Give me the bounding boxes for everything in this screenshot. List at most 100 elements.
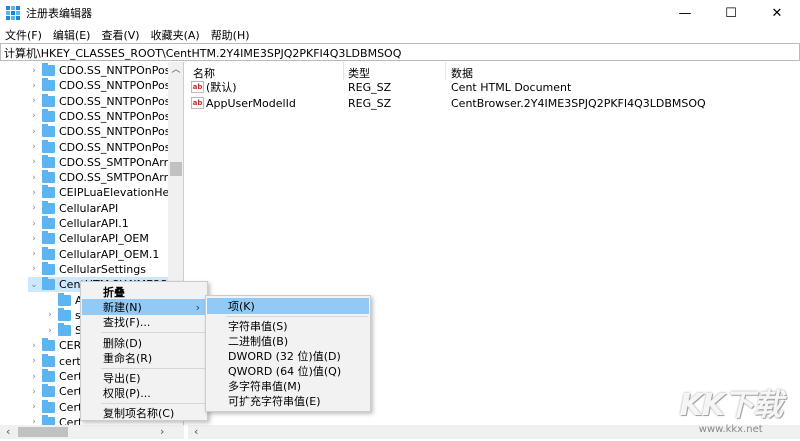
collapsed-chevron-icon[interactable]: › bbox=[28, 142, 40, 152]
collapsed-chevron-icon[interactable]: › bbox=[28, 402, 40, 412]
collapsed-chevron-icon[interactable]: › bbox=[28, 96, 40, 106]
folder-icon bbox=[42, 154, 55, 168]
close-button[interactable]: ✕ bbox=[754, 0, 800, 26]
folder-icon bbox=[42, 78, 55, 92]
tree-item[interactable]: › CDO.SS_NNTPOnPostS bbox=[28, 124, 182, 139]
menu-edit[interactable]: 编辑(E) bbox=[48, 27, 97, 43]
folder-icon bbox=[58, 292, 71, 306]
tree-item[interactable]: › CDO.SS_NNTPOnPostS bbox=[28, 139, 182, 155]
scroll-left-icon[interactable]: ‹ bbox=[194, 425, 198, 438]
collapsed-chevron-icon[interactable]: › bbox=[28, 341, 40, 351]
collapsed-chevron-icon[interactable]: › bbox=[28, 234, 40, 244]
scroll-thumb[interactable] bbox=[170, 162, 182, 176]
collapsed-chevron-icon[interactable]: › bbox=[44, 326, 56, 336]
submenu-item-binary[interactable]: 二进制值(B) bbox=[207, 333, 369, 349]
value-type: REG_SZ bbox=[348, 96, 392, 110]
tree-item[interactable]: › CDO.SS_NNTPOnPostE bbox=[28, 78, 182, 93]
submenu-item-qword[interactable]: QWORD (64 位)值(Q) bbox=[207, 363, 369, 379]
menu-item-rename[interactable]: 重命名(R) bbox=[82, 350, 206, 366]
menu-item-permissions[interactable]: 权限(P)... bbox=[82, 385, 206, 401]
value-name: AppUserModelId bbox=[206, 96, 296, 110]
tree-item[interactable]: › CellularSettings bbox=[28, 261, 146, 277]
tree-item[interactable]: › CDO.SS_SMTPOnArriva bbox=[28, 154, 183, 170]
collapsed-chevron-icon[interactable]: › bbox=[44, 310, 56, 320]
minimize-button[interactable]: — bbox=[662, 0, 708, 26]
submenu-item-multi-string[interactable]: 多字符串值(M) bbox=[207, 378, 369, 394]
collapsed-chevron-icon[interactable]: › bbox=[28, 157, 40, 167]
collapsed-chevron-icon[interactable]: › bbox=[28, 66, 40, 76]
menu-item-new[interactable]: 新建(N) › bbox=[82, 299, 206, 315]
collapsed-chevron-icon[interactable]: › bbox=[28, 111, 40, 121]
collapsed-chevron-icon[interactable]: › bbox=[28, 372, 40, 382]
collapsed-chevron-icon[interactable]: › bbox=[28, 203, 40, 213]
scroll-left-icon[interactable]: ‹ bbox=[6, 425, 10, 438]
expanded-chevron-icon[interactable]: ⌄ bbox=[28, 280, 40, 290]
value-row[interactable]: ab (默认) REG_SZ Cent HTML Document bbox=[191, 79, 791, 95]
tree-item[interactable]: › CDO.SS_NNTPOnPostE bbox=[28, 63, 182, 78]
tree-item[interactable]: › CEIPLuaElevationHelpe bbox=[28, 185, 183, 200]
registry-editor-icon bbox=[6, 6, 20, 20]
menu-help[interactable]: 帮助(H) bbox=[206, 27, 256, 43]
value-data: CentBrowser.2Y4IME3SPJQ2PKFI4Q3LDBMSOQ bbox=[451, 96, 706, 110]
tree-item[interactable]: › certi bbox=[28, 353, 84, 369]
address-bar[interactable]: 计算机\HKEY_CLASSES_ROOT\CentHTM.2Y4IME3SPJ… bbox=[0, 43, 800, 61]
submenu-item-dword[interactable]: DWORD (32 位)值(D) bbox=[207, 348, 369, 364]
tree-item[interactable]: › CellularAPI bbox=[28, 200, 119, 216]
context-menu: 折叠 新建(N) › 查找(F)... 删除(D) 重命名(R) 导出(E) 权限… bbox=[80, 281, 208, 421]
collapsed-chevron-icon[interactable]: › bbox=[28, 188, 40, 198]
tree-item[interactable]: A bbox=[44, 292, 83, 308]
collapsed-chevron-icon[interactable]: › bbox=[28, 127, 40, 137]
tree-item[interactable]: › Cert bbox=[28, 369, 82, 384]
tree-item[interactable]: › CellularAPI.1 bbox=[28, 216, 129, 231]
value-row[interactable]: ab AppUserModelId REG_SZ CentBrowser.2Y4… bbox=[191, 95, 791, 111]
menu-favorites[interactable]: 收藏夹(A) bbox=[146, 27, 206, 43]
tree-item[interactable]: › CellularAPI_OEM.1 bbox=[28, 246, 159, 262]
submenu-item-string[interactable]: 字符串值(S) bbox=[207, 318, 369, 334]
menu-view[interactable]: 查看(V) bbox=[96, 27, 145, 43]
collapsed-chevron-icon[interactable]: › bbox=[28, 264, 40, 274]
submenu-item-expandable-string[interactable]: 可扩充字符串值(E) bbox=[207, 393, 369, 409]
tree-item-label: CellularSettings bbox=[59, 262, 146, 276]
folder-icon bbox=[42, 277, 55, 291]
tree-item-label: CellularAPI bbox=[59, 201, 119, 215]
menu-item-export[interactable]: 导出(E) bbox=[82, 370, 206, 386]
menu-file[interactable]: 文件(F) bbox=[0, 27, 48, 43]
title-bar: 注册表编辑器 — ☐ ✕ bbox=[0, 0, 800, 26]
collapsed-chevron-icon[interactable]: › bbox=[28, 173, 40, 183]
menu-item-find[interactable]: 查找(F)... bbox=[82, 314, 206, 330]
collapsed-chevron-icon[interactable]: › bbox=[28, 356, 40, 366]
tree-item[interactable]: › Cert bbox=[28, 384, 82, 399]
folder-icon bbox=[42, 93, 55, 107]
maximize-button[interactable]: ☐ bbox=[708, 0, 754, 26]
collapsed-chevron-icon[interactable]: › bbox=[28, 249, 40, 259]
watermark: KK下载 www.kkx.net bbox=[680, 380, 783, 435]
tree-horizontal-scrollbar[interactable]: ‹ › bbox=[0, 425, 184, 439]
folder-icon bbox=[42, 231, 55, 245]
collapsed-chevron-icon[interactable]: › bbox=[28, 387, 40, 397]
tree-item[interactable]: › CERI bbox=[28, 338, 85, 353]
watermark-logo: KK下载 bbox=[679, 388, 783, 423]
scroll-right-icon[interactable]: › bbox=[160, 425, 164, 438]
value-type: REG_SZ bbox=[348, 80, 392, 94]
menu-item-delete[interactable]: 删除(D) bbox=[82, 335, 206, 351]
scroll-up-icon[interactable]: ︿ bbox=[168, 62, 183, 75]
column-divider[interactable] bbox=[445, 62, 446, 80]
collapsed-chevron-icon[interactable]: › bbox=[28, 81, 40, 91]
menu-item-copy-key-name[interactable]: 复制项名称(C) bbox=[82, 405, 206, 421]
tree-item[interactable]: › CellularAPI_OEM bbox=[28, 231, 149, 246]
column-divider[interactable] bbox=[343, 62, 344, 80]
menu-item-collapse[interactable]: 折叠 bbox=[82, 284, 206, 300]
scroll-thumb[interactable] bbox=[18, 427, 68, 437]
collapsed-chevron-icon[interactable]: › bbox=[28, 219, 40, 229]
tree-item[interactable]: › CDO.SS_NNTPOnPostF bbox=[28, 108, 181, 124]
folder-icon bbox=[42, 185, 55, 199]
folder-icon bbox=[42, 63, 55, 76]
submenu-item-key[interactable]: 项(K) bbox=[207, 298, 369, 314]
folder-icon bbox=[42, 139, 55, 153]
folder-icon bbox=[42, 353, 55, 367]
tree-item[interactable]: › Cert bbox=[28, 399, 82, 415]
tree-item[interactable]: › CDO.SS_SMTPOnArriva bbox=[28, 170, 183, 185]
folder-icon bbox=[42, 216, 55, 229]
tree-item[interactable]: › CDO.SS_NNTPOnPostF bbox=[28, 93, 181, 109]
folder-icon bbox=[42, 200, 55, 214]
